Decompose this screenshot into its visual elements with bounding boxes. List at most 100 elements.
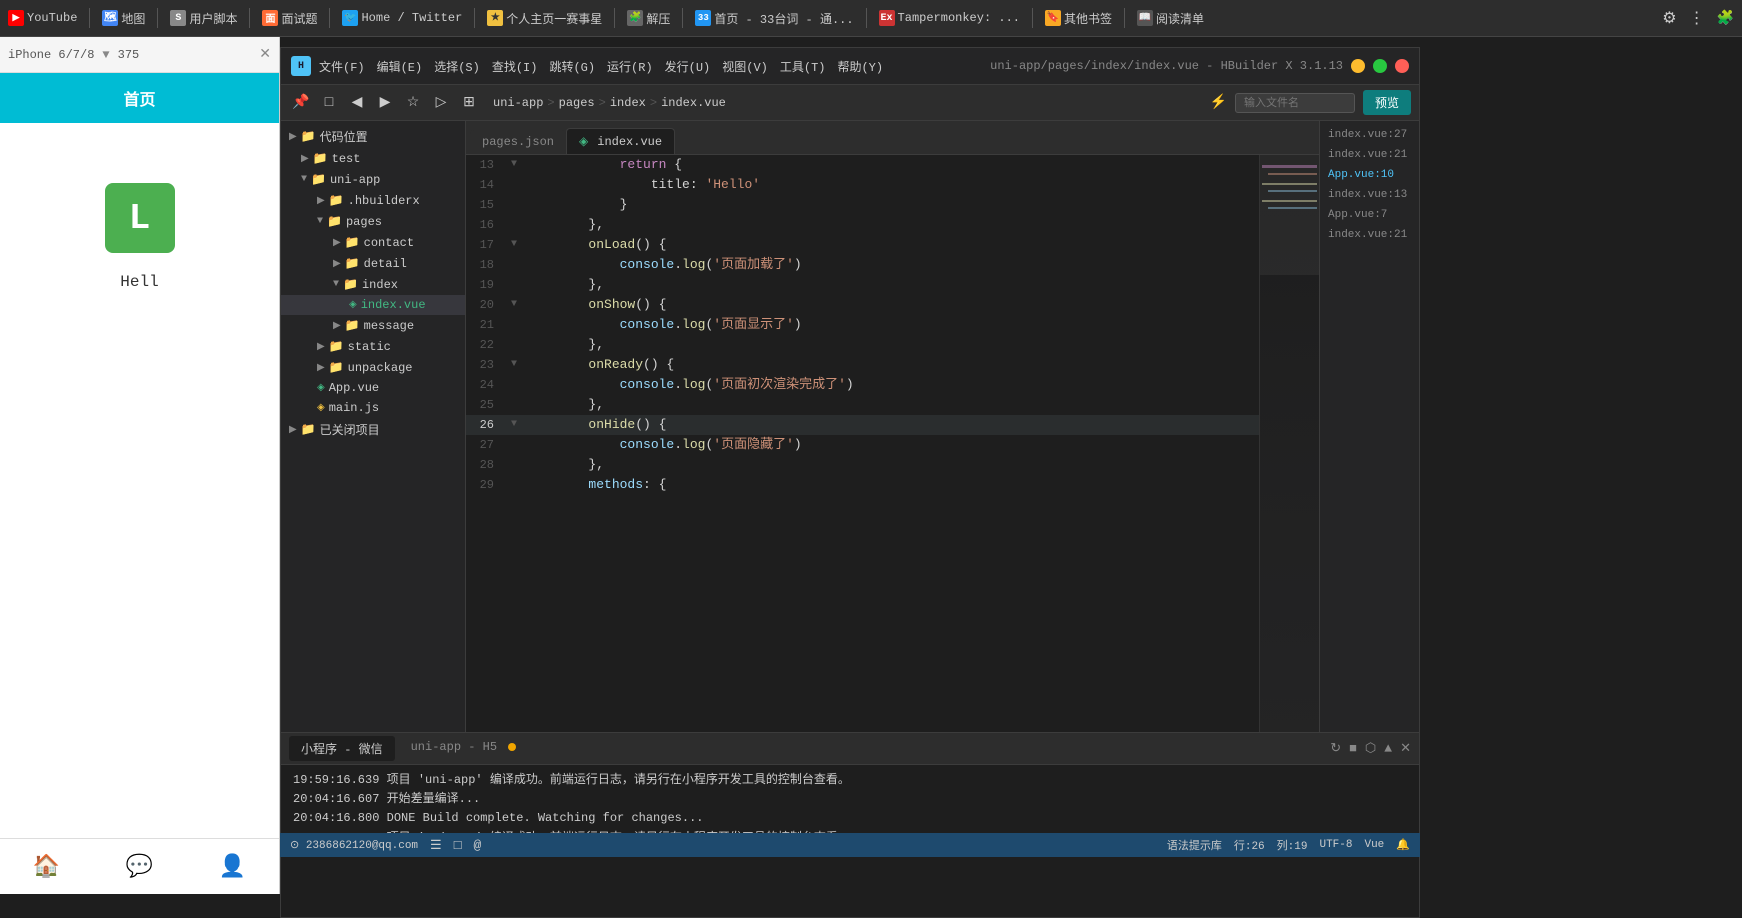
terminal-tab-h5[interactable]: uni-app - H5: [399, 736, 529, 761]
tab-index-vue[interactable]: ◈ index.vue: [566, 128, 675, 154]
phone-screen: 首页 L Hell 🏠 💬 👤: [0, 73, 279, 894]
tab-puzzle[interactable]: 🧩 解压: [627, 10, 670, 27]
menu-tools[interactable]: 工具(T): [780, 58, 826, 75]
tree-item-unpackage[interactable]: ▶ 📁 unpackage: [281, 357, 465, 378]
menu-jump[interactable]: 跳转(G): [549, 58, 595, 75]
collapse-13[interactable]: ▼: [506, 155, 522, 175]
statusbar-list-icon[interactable]: ☰: [430, 838, 442, 853]
code-line-29: 29 methods: {: [466, 475, 1259, 495]
recent-file-2[interactable]: index.vue:21: [1320, 145, 1419, 165]
tree-item-hbuilderx[interactable]: ▶ 📁 .hbuilderx: [281, 190, 465, 211]
menu-select[interactable]: 选择(S): [434, 58, 480, 75]
tab-tampermonkey[interactable]: Ex Tampermonkey: ...: [879, 10, 1020, 26]
menu-run[interactable]: 运行(R): [607, 58, 653, 75]
preview-button[interactable]: 预览: [1363, 90, 1411, 115]
tab-readinglist[interactable]: 📖 阅读清单: [1137, 10, 1204, 27]
tab-33[interactable]: 33 首页 - 33台词 - 通...: [695, 10, 853, 27]
breadcrumb-sep1: >: [547, 96, 554, 110]
browser-ext-icon[interactable]: 🧩: [1717, 10, 1734, 27]
twitter-icon: 🐦: [342, 10, 358, 26]
tree-item-message[interactable]: ▶ 📁 message: [281, 315, 465, 336]
toolbar-forward-btn[interactable]: ▶: [373, 91, 397, 115]
line-num-22: 22: [466, 335, 506, 355]
menu-file[interactable]: 文件(F): [319, 58, 365, 75]
terminal-external-icon[interactable]: ⬡: [1365, 741, 1376, 756]
menu-view[interactable]: 视图(V): [722, 58, 768, 75]
toolbar-tab-btn[interactable]: ⊞: [457, 91, 481, 115]
tab-personal[interactable]: ★ 个人主页一赛事星: [487, 10, 602, 27]
collapse-20[interactable]: ▼: [506, 295, 522, 315]
menu-edit[interactable]: 编辑(E): [377, 58, 423, 75]
terminal-close-icon[interactable]: ✕: [1400, 741, 1411, 756]
recent-file-6[interactable]: index.vue:21: [1320, 225, 1419, 245]
menu-help[interactable]: 帮助(Y): [837, 58, 883, 75]
collapse-26[interactable]: ▼: [506, 415, 522, 435]
window-close-btn[interactable]: [1395, 59, 1409, 73]
more-icon[interactable]: ⋮: [1689, 8, 1705, 28]
tab-bookmarks[interactable]: 🔖 其他书签: [1045, 10, 1112, 27]
window-maximize-btn[interactable]: [1373, 59, 1387, 73]
folder-icon2: 📁: [313, 151, 328, 166]
settings-icon[interactable]: ⚙: [1662, 8, 1676, 28]
collapse-17[interactable]: ▼: [506, 235, 522, 255]
phone-dropdown-icon[interactable]: ▼: [102, 48, 109, 62]
tree-item-uniapp[interactable]: ▼ 📁 uni-app: [281, 169, 465, 190]
statusbar-edit-icon[interactable]: □: [454, 838, 462, 853]
tree-item-contact[interactable]: ▶ 📁 contact: [281, 232, 465, 253]
terminal-stop-icon[interactable]: ■: [1349, 741, 1357, 756]
toolbar-back-btn[interactable]: ◀: [345, 91, 369, 115]
tree-label-pages: pages: [346, 215, 382, 229]
phone-chat-icon[interactable]: 💬: [126, 854, 153, 880]
terminal-up-icon[interactable]: ▲: [1384, 741, 1392, 756]
code-editor[interactable]: 13 ▼ return { 14 title: 'Hello' 1: [466, 155, 1259, 732]
script-icon: S: [170, 10, 186, 26]
tree-item-code-pos[interactable]: ▶ 📁 代码位置: [281, 125, 465, 148]
tab-twitter[interactable]: 🐦 Home / Twitter: [342, 10, 462, 26]
tree-label-unpackage: unpackage: [348, 361, 413, 375]
toolbar-pin-btn[interactable]: 📌: [289, 91, 313, 115]
tree-item-index-vue[interactable]: ◈ index.vue: [281, 295, 465, 315]
phone-home-icon[interactable]: 🏠: [33, 854, 60, 880]
recent-file-5[interactable]: App.vue:7: [1320, 205, 1419, 225]
tree-item-appvue[interactable]: ◈ App.vue: [281, 378, 465, 398]
toolbar-run-btn[interactable]: ▷: [429, 91, 453, 115]
line-num-24: 24: [466, 375, 506, 395]
tab-pages-json[interactable]: pages.json: [470, 130, 566, 154]
recent-file-4[interactable]: index.vue:13: [1320, 185, 1419, 205]
recent-file-3[interactable]: App.vue:10: [1320, 165, 1419, 185]
phone-person-icon[interactable]: 👤: [219, 854, 246, 880]
tree-item-pages[interactable]: ▼ 📁 pages: [281, 211, 465, 232]
tree-item-static[interactable]: ▶ 📁 static: [281, 336, 465, 357]
separator7: [682, 8, 683, 28]
tab-map[interactable]: 🗺 地图: [102, 10, 145, 27]
tree-label-index-vue: index.vue: [361, 298, 426, 312]
tree-item-mainjs[interactable]: ◈ main.js: [281, 398, 465, 418]
tab-script[interactable]: S 用户脚本: [170, 10, 237, 27]
phone-close-btn[interactable]: ✕: [259, 46, 271, 63]
separator9: [1032, 8, 1033, 28]
tree-item-test[interactable]: ▶ 📁 test: [281, 148, 465, 169]
menu-search[interactable]: 查找(I): [492, 58, 538, 75]
toolbar-star-btn[interactable]: ☆: [401, 91, 425, 115]
tab-bookmarks-label: 其他书签: [1064, 10, 1112, 27]
terminal-restart-icon[interactable]: ↻: [1330, 741, 1341, 756]
code-line-20: 20 ▼ onShow() {: [466, 295, 1259, 315]
tree-item-detail[interactable]: ▶ 📁 detail: [281, 253, 465, 274]
tree-item-index[interactable]: ▼ 📁 index: [281, 274, 465, 295]
window-minimize-btn[interactable]: [1351, 59, 1365, 73]
filter-icon[interactable]: ⚡: [1210, 94, 1227, 111]
collapse-23[interactable]: ▼: [506, 355, 522, 375]
file-tree: ▶ 📁 代码位置 ▶ 📁 test ▼ 📁 uni-app ▶ 📁 .hbuil…: [281, 121, 466, 732]
tab-youtube[interactable]: ▶ YouTube: [8, 10, 77, 26]
menu-publish[interactable]: 发行(U): [665, 58, 711, 75]
statusbar-bell-icon[interactable]: 🔔: [1396, 838, 1410, 852]
recent-file-1[interactable]: index.vue:27: [1320, 125, 1419, 145]
tab-interview[interactable]: 面 面试题: [262, 10, 317, 27]
statusbar-at-icon[interactable]: @: [474, 838, 482, 853]
toolbar-new-btn[interactable]: □: [317, 91, 341, 115]
file-search-input[interactable]: [1235, 93, 1355, 113]
tree-item-closed[interactable]: ▶ 📁 已关闭项目: [281, 418, 465, 441]
terminal-tab-weixin[interactable]: 小程序 - 微信: [289, 736, 395, 761]
breadcrumb-sep2: >: [599, 96, 606, 110]
line-content-24: console.log('页面初次渲染完成了'): [522, 375, 1259, 395]
